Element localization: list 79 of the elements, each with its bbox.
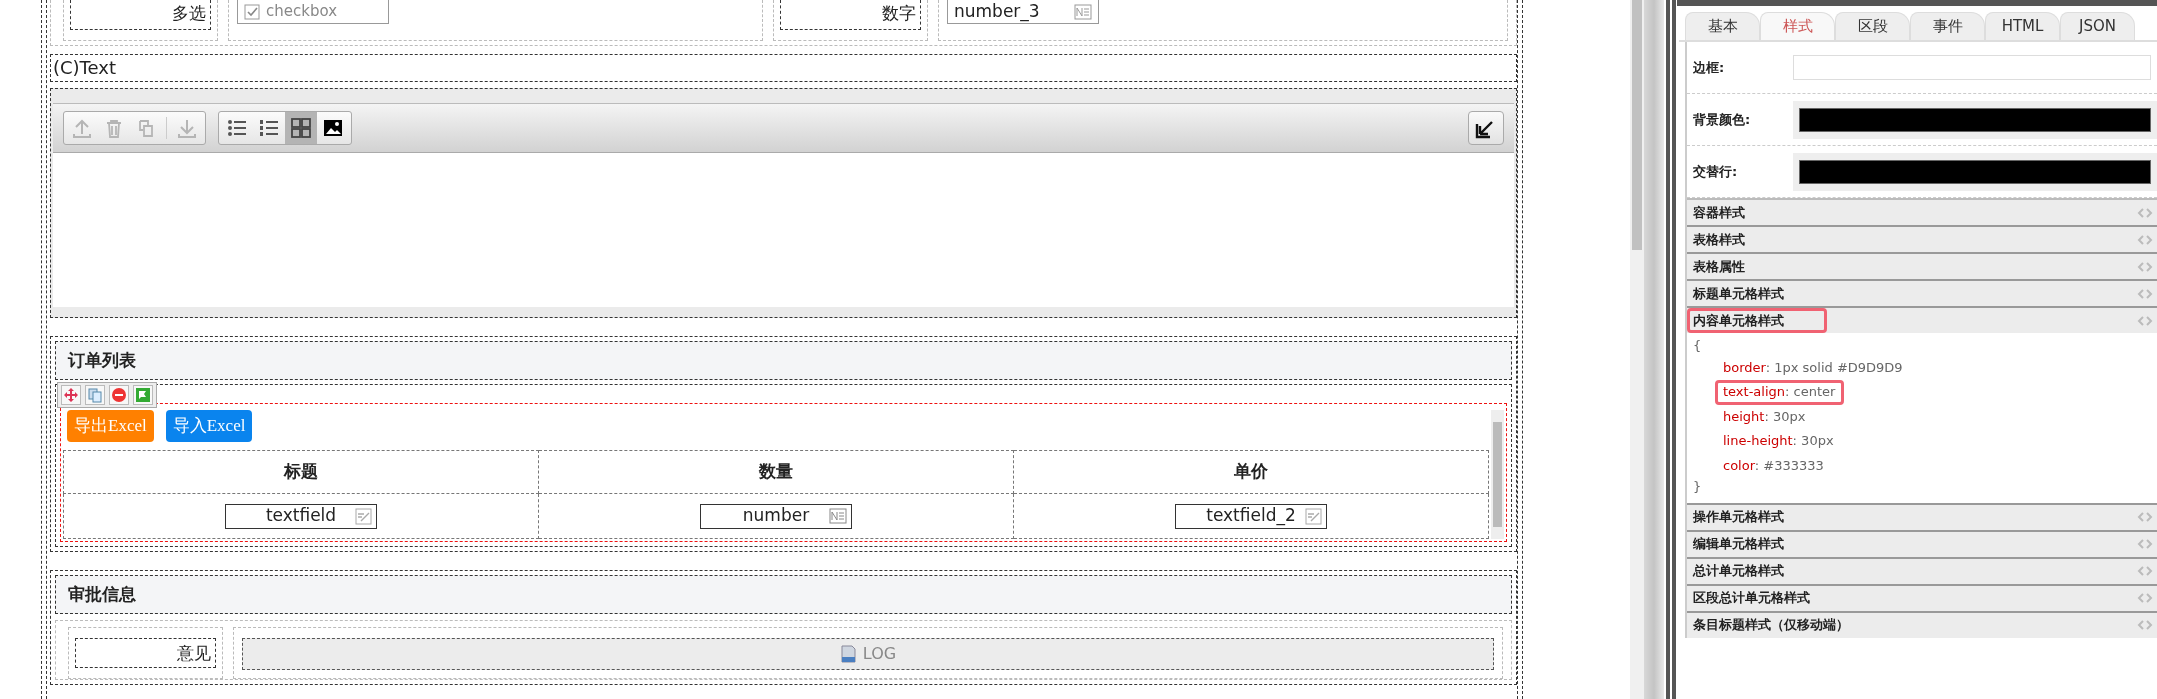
expand-icon[interactable] (2137, 538, 2153, 550)
section-header[interactable]: 操作单元格样式 (1687, 502, 2157, 530)
section-header[interactable]: 内容单元格样式 (1687, 306, 2157, 333)
css-rule: line-height: 30px (1722, 432, 1835, 450)
list-icon (226, 117, 248, 139)
input-field[interactable]: number (700, 503, 852, 529)
flag-button[interactable] (133, 385, 153, 405)
edit-icon (355, 507, 372, 525)
scrollbar[interactable] (1630, 0, 1644, 699)
code-text: { (1693, 337, 1703, 355)
tab[interactable]: 区段 (1835, 12, 1910, 40)
css-rule: height: 30px (1722, 407, 1807, 426)
grid-icon (290, 117, 312, 139)
upload-icon (71, 117, 93, 139)
checkbox-icon (244, 3, 260, 20)
column-header: 数量 (538, 450, 1014, 494)
remove-button[interactable] (109, 385, 129, 405)
code-text: } (1693, 478, 1703, 496)
section-header[interactable]: 标题单元格样式 (1687, 279, 2157, 306)
section-header[interactable]: 区段总计单元格样式 (1687, 583, 2157, 611)
expand-icon[interactable] (2137, 592, 2153, 604)
expand-icon[interactable] (2137, 287, 2153, 300)
numbered-list-icon (258, 117, 280, 139)
expand-icon[interactable] (2137, 233, 2153, 246)
scrollbar[interactable] (1491, 410, 1504, 539)
text-label: (C)Text (50, 54, 1517, 82)
property-label: 边框: (1693, 58, 1726, 77)
excel-button[interactable]: 导入Excel (165, 410, 253, 442)
remove-icon (111, 387, 127, 403)
highlight-box: 内容单元格样式 (1687, 308, 1827, 333)
section-title: 订单列表 (55, 341, 1512, 380)
css-rule: color: #333333 (1722, 456, 1825, 475)
property-label: 背景颜色: (1693, 110, 1752, 129)
expand-icon[interactable] (2137, 619, 2153, 631)
input-field[interactable]: number_3 (947, 0, 1099, 25)
document-icon (839, 645, 857, 663)
section-header[interactable]: 总计单元格样式 (1687, 556, 2157, 584)
color-swatch[interactable] (1799, 107, 2151, 132)
section-header[interactable]: 表格样式 (1687, 225, 2157, 252)
edit-icon (1305, 507, 1322, 525)
section-header[interactable]: 编辑单元格样式 (1687, 529, 2157, 557)
color-swatch[interactable] (1799, 159, 2151, 184)
collapse-button[interactable] (1468, 111, 1504, 145)
flag-icon (135, 387, 151, 403)
section-header[interactable]: 条目标题样式（仅移动端） (1687, 610, 2157, 638)
tab[interactable]: HTML (1985, 12, 2060, 40)
field-label: 数字 (780, 0, 921, 30)
input-field[interactable]: checkbox (237, 0, 389, 24)
property-label: 交替行: (1693, 162, 1739, 181)
column-header: 标题 (63, 450, 539, 494)
move-icon (63, 387, 79, 403)
expand-icon[interactable] (2137, 206, 2153, 219)
image-icon (322, 117, 344, 139)
field-label: 多选 (70, 0, 211, 30)
tab[interactable]: 事件 (1910, 12, 1985, 40)
column-header: 单价 (1013, 450, 1489, 494)
expand-icon[interactable] (2137, 314, 2153, 327)
number-icon (1074, 3, 1092, 20)
number-icon (829, 508, 847, 524)
expand-icon[interactable] (2137, 565, 2153, 577)
tab[interactable]: JSON (2060, 12, 2135, 40)
copy-button[interactable] (85, 385, 105, 405)
download-icon (176, 117, 198, 139)
input-field[interactable] (1793, 55, 2151, 80)
tab[interactable]: 样式 (1760, 12, 1835, 40)
section-header[interactable]: 容器样式 (1687, 198, 2157, 225)
section-header[interactable]: 表格属性 (1687, 252, 2157, 279)
css-rule: border: 1px solid #D9D9D9 (1722, 358, 1904, 377)
expand-icon[interactable] (2137, 260, 2153, 273)
tab[interactable]: 基本 (1685, 12, 1760, 40)
expand-icon[interactable] (2137, 511, 2153, 523)
input-field[interactable]: textfield_2 (1175, 503, 1327, 529)
section-title: 审批信息 (55, 575, 1512, 614)
splitter[interactable] (1644, 0, 1664, 699)
grid-view-button[interactable] (285, 112, 317, 144)
input-field[interactable]: textfield (225, 503, 377, 529)
copy-icon (87, 387, 103, 403)
move-button[interactable] (61, 385, 81, 405)
field-label: 意见 (75, 638, 216, 668)
